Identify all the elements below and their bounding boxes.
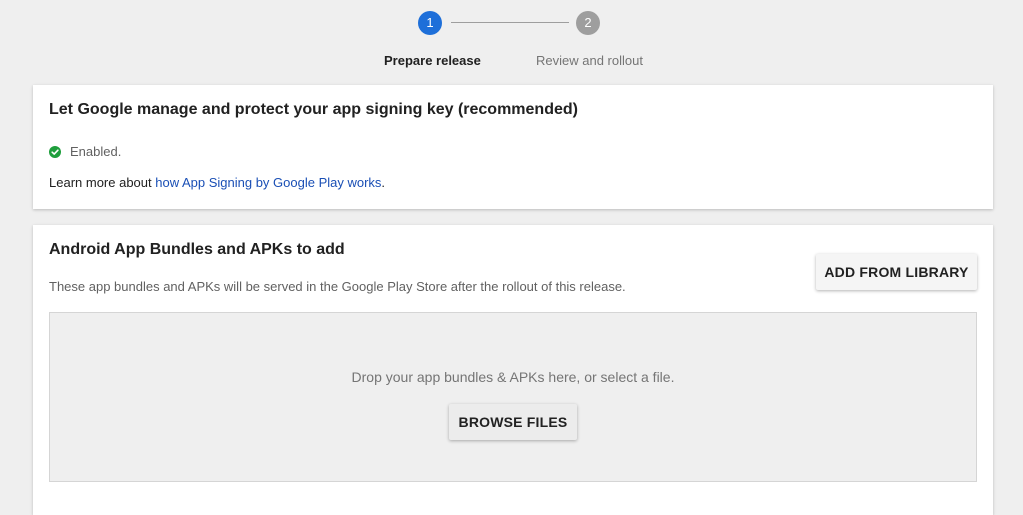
check-circle-icon <box>49 145 61 158</box>
signing-status-text: Enabled. <box>70 143 122 159</box>
step-1-label[interactable]: Prepare release <box>384 53 481 68</box>
signing-status: Enabled. <box>49 143 121 159</box>
dropzone-text: Drop your app bundles & APKs here, or se… <box>351 369 675 385</box>
step-2-indicator[interactable]: 2 <box>576 11 600 35</box>
app-signing-learn-link[interactable]: how App Signing by Google Play works <box>155 175 381 190</box>
add-from-library-button[interactable]: ADD FROM LIBRARY <box>816 254 977 290</box>
learn-more-text: Learn more about how App Signing by Goog… <box>49 175 385 190</box>
step-2-label[interactable]: Review and rollout <box>536 53 643 68</box>
release-stepper: 1 2 Prepare release Review and rollout <box>0 0 1023 80</box>
step-connector <box>451 22 569 23</box>
bundles-description: These app bundles and APKs will be serve… <box>49 279 626 294</box>
browse-files-button[interactable]: BROWSE FILES <box>449 404 577 440</box>
app-signing-card: Let Google manage and protect your app s… <box>33 85 993 209</box>
app-signing-title: Let Google manage and protect your app s… <box>49 101 578 118</box>
learn-more-prefix: Learn more about <box>49 175 156 190</box>
file-dropzone[interactable]: Drop your app bundles & APKs here, or se… <box>49 312 977 482</box>
step-1-indicator[interactable]: 1 <box>418 11 442 35</box>
bundles-title: Android App Bundles and APKs to add <box>49 241 345 258</box>
bundles-card: Android App Bundles and APKs to add Thes… <box>33 225 993 515</box>
learn-more-suffix: . <box>381 175 386 190</box>
